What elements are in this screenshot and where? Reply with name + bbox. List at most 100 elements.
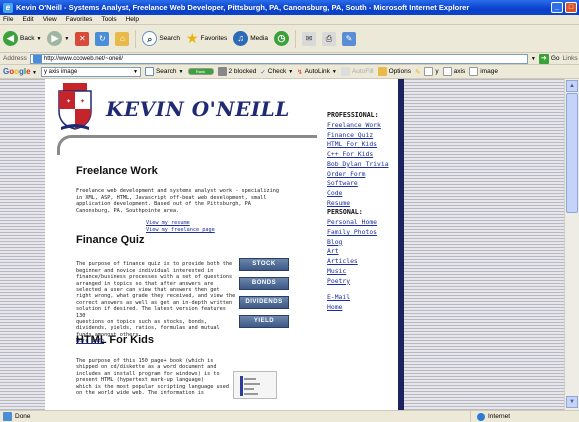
nav-poetry[interactable]: Poetry (327, 277, 399, 287)
autolink-button[interactable]: ↯ AutoLink ▼ (297, 68, 337, 76)
google-search-button[interactable]: Search ▼ (144, 67, 184, 76)
check-label: Check (267, 68, 287, 75)
nav-freelance-work[interactable]: Freelance Work (327, 121, 399, 131)
media-button[interactable]: ♫ Media (233, 31, 268, 46)
print-icon[interactable]: ⎙ (321, 31, 336, 46)
standard-toolbar: ◀ Back ▼ ▶ ▼ ✕ ↻ ⌂ ⌕ Search ★ Favorites … (0, 25, 579, 53)
nav-code[interactable]: Code (327, 189, 399, 199)
freelance-description: Freelance web development and systems an… (76, 188, 280, 214)
scroll-down-arrow-icon[interactable]: ▼ (566, 396, 578, 408)
nav-order-form[interactable]: Order Form (327, 170, 399, 180)
internet-globe-icon (477, 412, 485, 421)
favorites-button[interactable]: ★ Favorites (186, 30, 227, 47)
main-column: ✦ ✦ KEVIN O'NEILL Freelance Work Freelan… (45, 79, 320, 410)
pagerank-button[interactable]: Rank (187, 68, 214, 75)
links-button[interactable]: Links (562, 55, 577, 62)
page-icon (32, 54, 42, 63)
menu-help[interactable]: Help (126, 16, 139, 23)
nav-software[interactable]: Software (327, 179, 399, 189)
autolink-label: AutoLink (304, 68, 330, 75)
freelance-page-link[interactable]: View my freelance page (146, 227, 215, 233)
search-button[interactable]: ⌕ Search (142, 31, 180, 46)
google-g-icon (144, 67, 154, 76)
google-search-input[interactable]: y axis image ▼ (40, 66, 141, 77)
menu-view[interactable]: View (43, 16, 57, 23)
page-viewport: ✦ ✦ KEVIN O'NEILL Freelance Work Freelan… (0, 79, 579, 410)
menu-bar: File Edit View Favorites Tools Help (0, 15, 579, 25)
security-zone: Internet (470, 410, 510, 422)
term-label: image (480, 68, 498, 75)
nav-html-for-kids[interactable]: HTML For Kids (327, 140, 399, 150)
nav-articles[interactable]: Articles (327, 257, 399, 267)
nav-art[interactable]: Art (327, 247, 399, 257)
minimize-button[interactable]: _ (551, 2, 563, 13)
left-stripe-background (0, 79, 45, 410)
back-arrow-icon: ◀ (3, 31, 18, 46)
chevron-down-icon: ▼ (288, 68, 294, 75)
scrollbar-thumb[interactable] (566, 93, 578, 213)
go-label: Go (550, 55, 560, 62)
html-kids-text: The purpose of this 150 page+ book (whic… (76, 358, 230, 397)
term-label: axis (453, 68, 466, 75)
yield-button[interactable]: YIELD (239, 315, 289, 328)
highlight-icon[interactable]: ✎ (415, 68, 420, 76)
scroll-up-arrow-icon[interactable]: ▲ (566, 80, 578, 92)
popup-blocker-button[interactable]: 2 blocked (217, 67, 256, 76)
nav-cpp-for-kids[interactable]: C++ For Kids (327, 150, 399, 160)
stop-icon[interactable]: ✕ (75, 31, 90, 46)
svg-text:✦: ✦ (66, 98, 71, 105)
toolbar-separator (135, 29, 137, 48)
spell-check-button[interactable]: ✓ Check ▼ (260, 68, 293, 76)
history-icon[interactable]: ◷ (273, 31, 289, 46)
vertical-scrollbar[interactable]: ▲ ▼ (564, 79, 579, 410)
nav-personal-home[interactable]: Personal Home (327, 218, 399, 228)
resume-link[interactable]: View my resume (146, 220, 190, 226)
menu-favorites[interactable]: Favorites (66, 16, 93, 23)
address-url: http://www.ccoweb.net/~oneil/ (43, 55, 124, 62)
home-icon[interactable]: ⌂ (115, 31, 130, 46)
menu-edit[interactable]: Edit (22, 16, 33, 23)
address-input[interactable]: http://www.ccoweb.net/~oneil/ (29, 53, 528, 64)
mail-icon[interactable]: ✉ (301, 31, 316, 46)
abc-check-icon: ✓ (260, 68, 266, 76)
media-label: Media (250, 35, 268, 42)
search-term-axis[interactable]: axis (442, 67, 466, 76)
nav-bob-dylan-trivia[interactable]: Bob Dylan Trivia (327, 160, 399, 170)
address-dropdown-icon[interactable]: ▼ (531, 56, 536, 62)
search-term-y[interactable]: y (424, 67, 439, 76)
nav-blog[interactable]: Blog (327, 238, 399, 248)
stock-button[interactable]: STOCK (239, 258, 289, 271)
status-left: Done (0, 412, 470, 421)
options-button[interactable]: Options (377, 67, 411, 76)
nav-music[interactable]: Music (327, 267, 399, 277)
edit-icon[interactable]: ✎ (341, 31, 356, 46)
dividends-button[interactable]: DIVIDENDS (239, 296, 289, 309)
pagerank-indicator: Rank (187, 68, 214, 75)
search-term-image[interactable]: image (469, 67, 498, 76)
forward-arrow-icon: ▶ (47, 31, 63, 46)
media-icon: ♫ (233, 31, 249, 46)
menu-file[interactable]: File (3, 16, 13, 23)
nav-home[interactable]: Home (327, 303, 399, 313)
status-text: Done (15, 413, 31, 420)
forward-button[interactable]: ▶ ▼ (47, 31, 69, 46)
autofill-button[interactable]: AutoFill (340, 67, 374, 76)
window-controls: _ □ (551, 2, 577, 13)
restore-button[interactable]: □ (565, 2, 577, 13)
nav-finance-quiz[interactable]: Finance Quiz (327, 131, 399, 141)
nav-resume[interactable]: Resume (327, 199, 399, 209)
google-logo[interactable]: Google ▼ (3, 67, 37, 76)
term-label: y (435, 68, 439, 75)
nav-email[interactable]: E-Mail (327, 293, 399, 303)
go-button[interactable]: ➜ Go (538, 53, 560, 64)
section-heading-freelance: Freelance Work (76, 165, 158, 177)
menu-tools[interactable]: Tools (101, 16, 116, 23)
status-bar: Done Internet (0, 410, 579, 422)
bonds-button[interactable]: BONDS (239, 277, 289, 290)
site-title: KEVIN O'NEILL (106, 97, 290, 121)
nav-family-photos[interactable]: Family Photos (327, 228, 399, 238)
refresh-icon[interactable]: ↻ (95, 31, 110, 46)
back-button[interactable]: ◀ Back ▼ (3, 31, 41, 46)
sidebar-navigation: PROFESSIONAL: Freelance Work Finance Qui… (327, 107, 399, 313)
